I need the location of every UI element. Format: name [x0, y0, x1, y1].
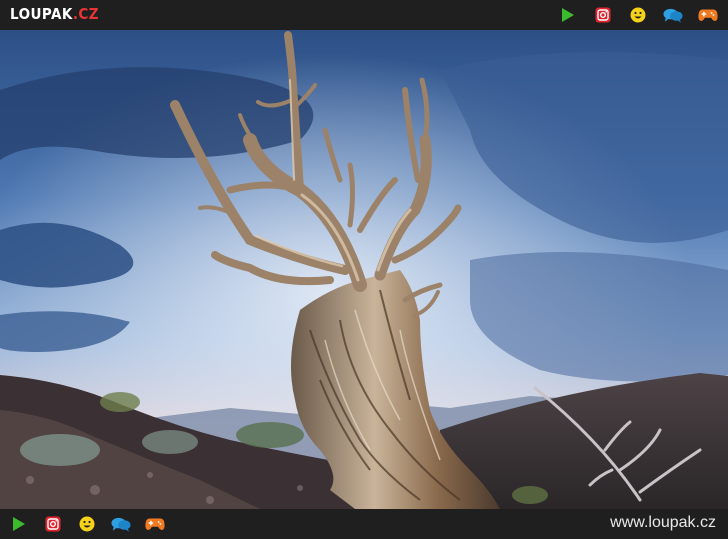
smiley-icon[interactable]	[77, 515, 97, 533]
play-icon[interactable]	[9, 515, 29, 533]
logo-text: LOUPAK	[10, 5, 73, 23]
instagram-icon[interactable]	[593, 6, 613, 24]
site-url[interactable]: www.loupak.cz	[610, 514, 716, 532]
top-icon-bar	[558, 6, 718, 24]
bottom-icon-bar	[9, 515, 165, 533]
chat-icon[interactable]	[111, 515, 131, 533]
gamepad-icon[interactable]	[145, 515, 165, 533]
site-logo[interactable]: LOUPAK.CZ	[10, 5, 99, 23]
instagram-icon[interactable]	[43, 515, 63, 533]
bottom-bar: www.loupak.cz	[0, 509, 728, 539]
play-icon[interactable]	[558, 6, 578, 24]
smiley-icon[interactable]	[628, 6, 648, 24]
bristlecone-pine-photo	[0, 30, 728, 509]
chat-icon[interactable]	[663, 6, 683, 24]
gamepad-icon[interactable]	[698, 6, 718, 24]
logo-suffix: .CZ	[72, 5, 100, 23]
top-bar: LOUPAK.CZ	[0, 0, 728, 30]
